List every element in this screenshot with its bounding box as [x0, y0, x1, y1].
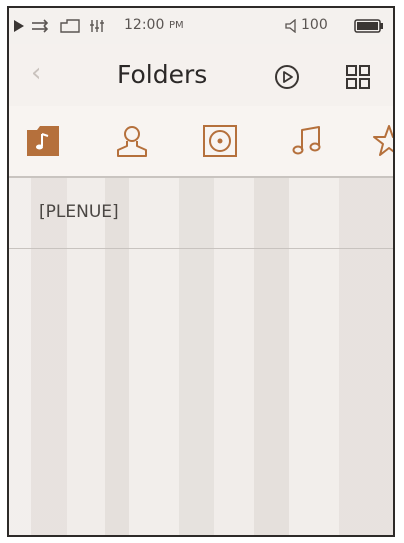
status-time: 12:00: [124, 17, 165, 33]
device-screen: 12:00 PM 100 ‹ Folders [PLENUE]: [7, 6, 395, 537]
repeat-icon: [32, 19, 49, 33]
artist-icon[interactable]: [114, 124, 150, 158]
play-indicator-icon: [14, 20, 24, 32]
album-icon[interactable]: [202, 124, 238, 158]
back-icon[interactable]: ‹: [31, 58, 41, 88]
volume-icon: [285, 19, 296, 33]
list-item[interactable]: [PLENUE]: [9, 178, 393, 249]
folder-name: [PLENUE]: [39, 202, 119, 222]
star-icon[interactable]: [371, 124, 395, 158]
grid-icon[interactable]: [346, 65, 370, 89]
status-bar: 12:00 PM 100: [9, 8, 393, 44]
music-folder-icon[interactable]: [25, 124, 61, 158]
battery-level: 100: [301, 17, 328, 33]
page-title: Folders: [117, 60, 208, 89]
folder-icon: [60, 19, 80, 33]
battery-icon: [354, 19, 383, 33]
music-note-icon[interactable]: [289, 124, 325, 158]
title-bar: ‹ Folders: [9, 44, 393, 106]
play-icon[interactable]: [274, 64, 300, 90]
equalizer-icon: [90, 20, 104, 32]
category-tab-bar: [9, 106, 393, 178]
status-period: PM: [169, 20, 184, 31]
